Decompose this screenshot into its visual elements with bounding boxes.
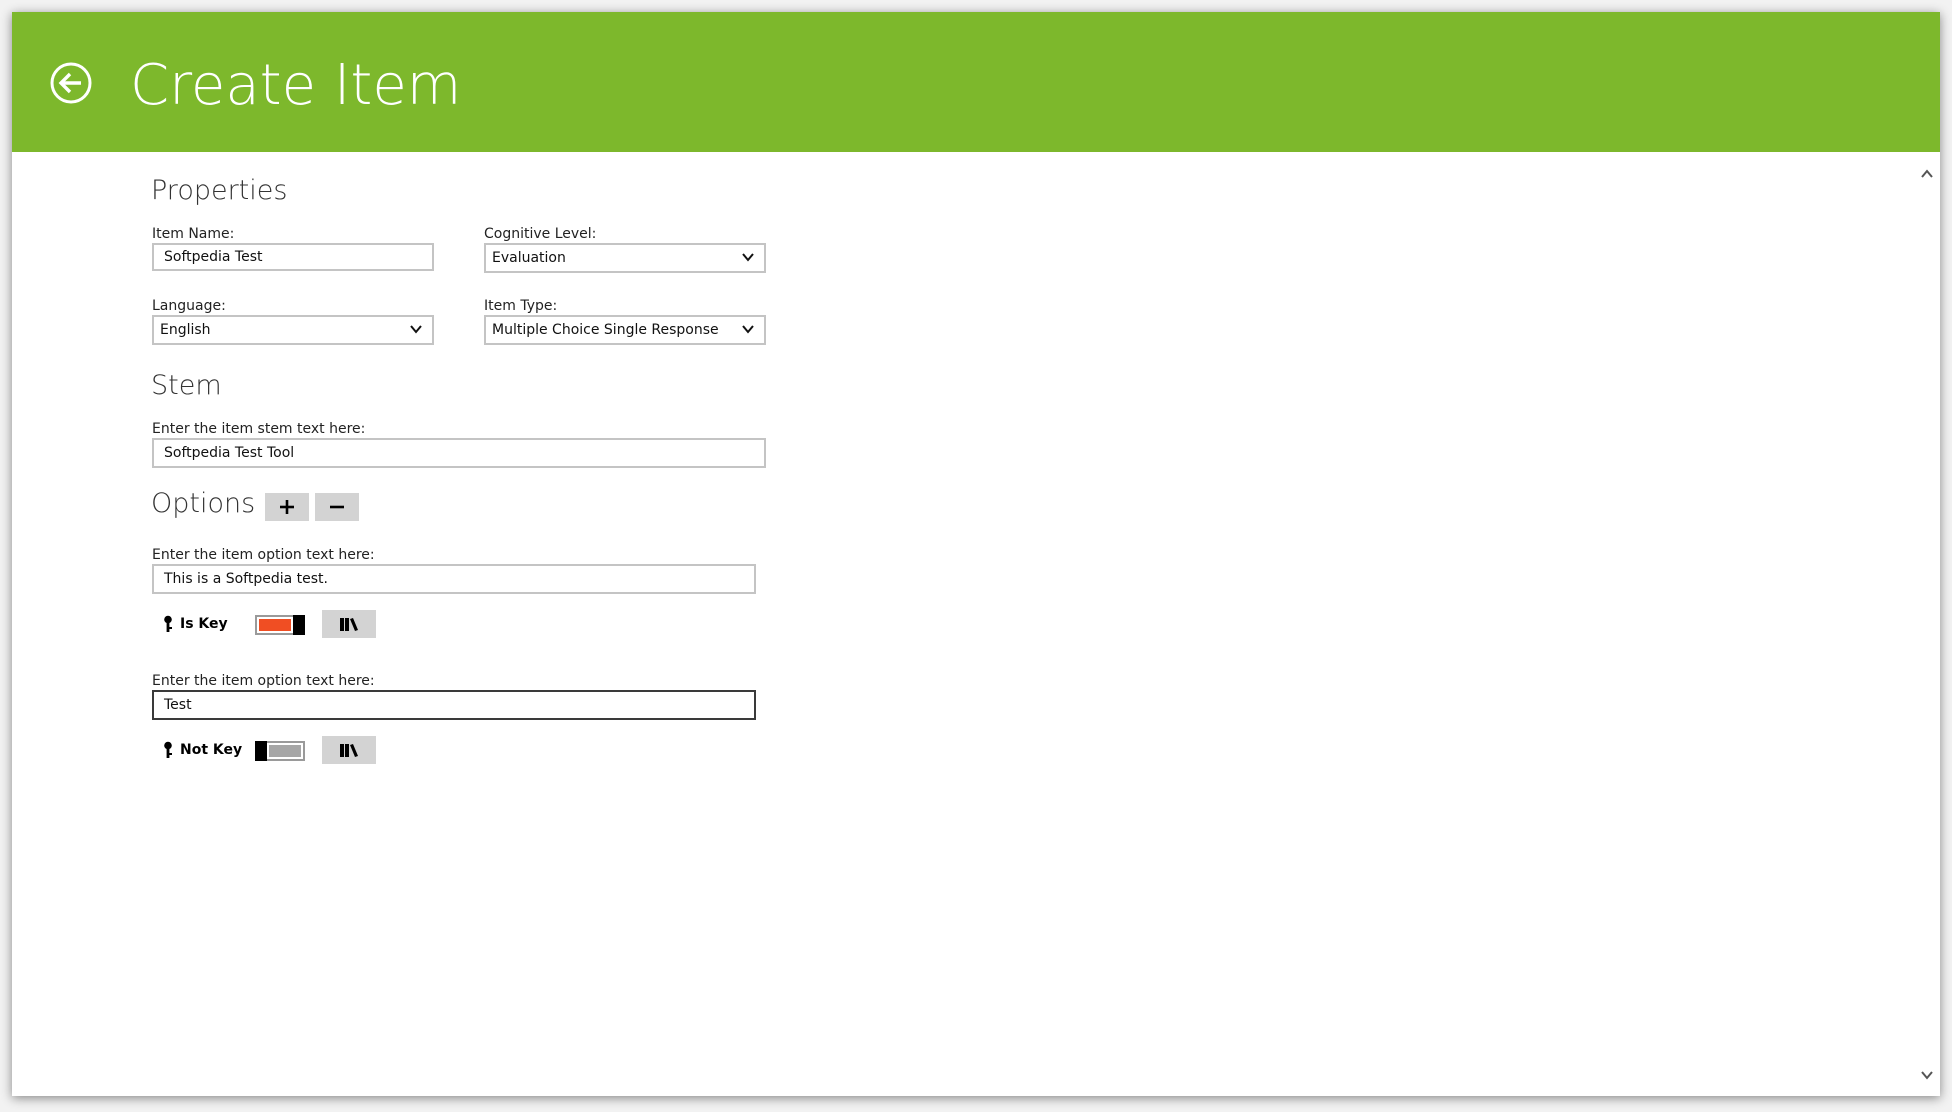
cognitive-level-label: Cognitive Level: xyxy=(484,226,597,242)
item-type-select[interactable]: Multiple Choice Single Response xyxy=(484,315,766,345)
minus-icon xyxy=(330,505,344,509)
stem-label: Enter the item stem text here: xyxy=(152,421,366,437)
toggle-fill xyxy=(269,745,301,757)
item-type-label: Item Type: xyxy=(484,298,558,314)
item-name-label: Item Name: xyxy=(152,226,235,242)
toggle-thumb xyxy=(255,741,267,761)
add-option-button[interactable] xyxy=(265,493,309,521)
library-icon xyxy=(340,744,358,757)
toggle-thumb xyxy=(293,615,305,635)
chevron-down-icon xyxy=(742,325,754,334)
stem-heading: Stem xyxy=(151,370,222,401)
chevron-down-icon xyxy=(410,325,422,334)
key-icon xyxy=(164,615,172,632)
cognitive-level-select[interactable]: Evaluation xyxy=(484,243,766,273)
option-1-label: Enter the item option text here: xyxy=(152,547,375,563)
option-1-library-button[interactable] xyxy=(322,610,376,638)
remove-option-button[interactable] xyxy=(315,493,359,521)
option-2-key-toggle[interactable] xyxy=(255,741,305,761)
option-1-key-toggle[interactable] xyxy=(255,615,305,635)
cognitive-level-value: Evaluation xyxy=(492,250,566,266)
option-2-label: Enter the item option text here: xyxy=(152,673,375,689)
page-title: Create Item xyxy=(130,53,462,118)
app-window: Create Item Properties Item Name: Softpe… xyxy=(12,12,1940,1096)
library-icon xyxy=(340,618,358,631)
option-2-library-button[interactable] xyxy=(322,736,376,764)
scroll-up-icon[interactable] xyxy=(1920,169,1934,179)
header-bar: Create Item xyxy=(12,12,1940,152)
language-label: Language: xyxy=(152,298,226,314)
item-name-input[interactable]: Softpedia Test xyxy=(152,243,434,271)
properties-heading: Properties xyxy=(151,175,288,206)
toggle-fill xyxy=(259,619,291,631)
option-1-key-label: Is Key xyxy=(180,616,228,632)
key-icon xyxy=(164,741,172,758)
scroll-down-icon[interactable] xyxy=(1920,1070,1934,1080)
option-2-key-label: Not Key xyxy=(180,742,243,758)
language-select[interactable]: English xyxy=(152,315,434,345)
option-1-input[interactable]: This is a Softpedia test. xyxy=(152,564,756,594)
back-arrow-icon[interactable] xyxy=(50,62,92,104)
item-type-value: Multiple Choice Single Response xyxy=(492,322,719,338)
plus-icon xyxy=(280,500,294,514)
stem-input[interactable]: Softpedia Test Tool xyxy=(152,438,766,468)
chevron-down-icon xyxy=(742,253,754,262)
option-2-input[interactable]: Test xyxy=(152,690,756,720)
options-heading: Options xyxy=(151,488,256,519)
language-value: English xyxy=(160,322,211,338)
